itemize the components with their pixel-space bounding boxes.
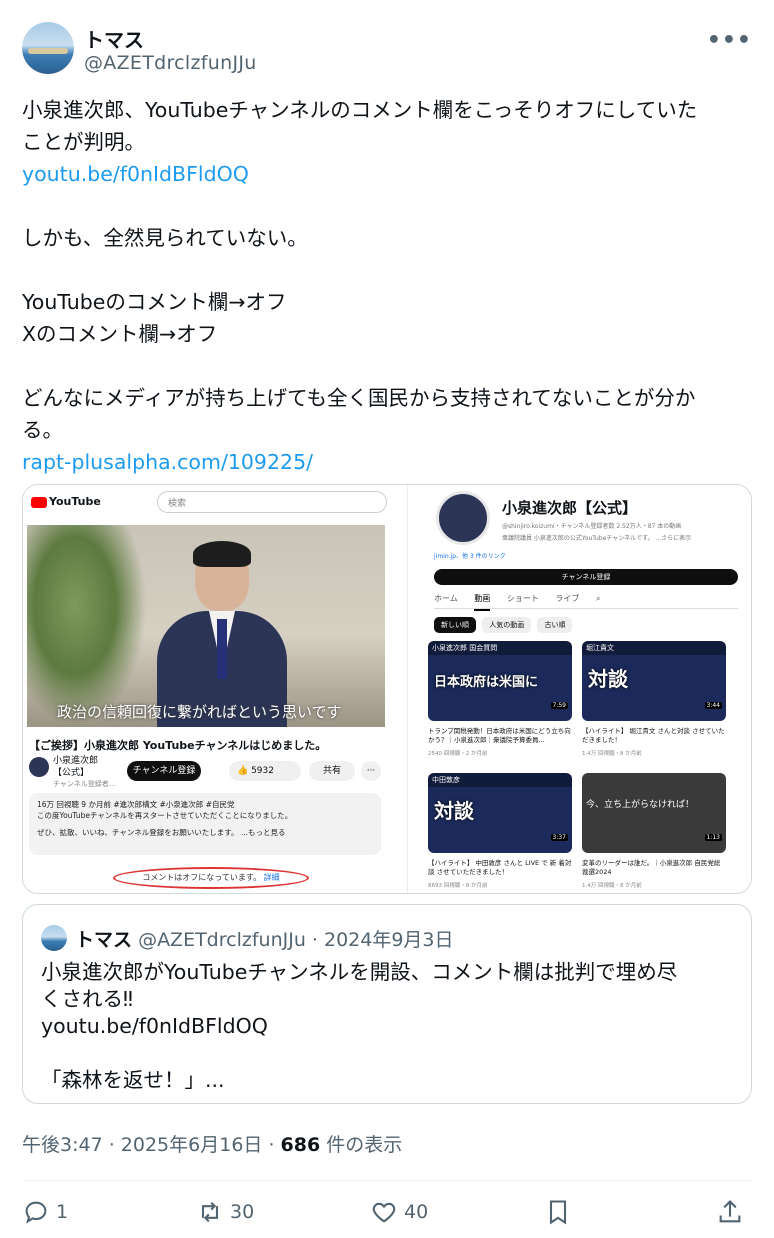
bookmark-icon <box>549 1200 567 1225</box>
video-card-meta: 1.4万 回視聴・8 か月前 <box>582 883 642 889</box>
channel-name: 小泉進次郎【公式】 <box>502 499 638 517</box>
subscribe-button: チャンネル登録 <box>127 761 201 781</box>
video-card-title: 【ハイライト】 堀江貴文 さんと対談 させていただきました！ <box>582 727 725 744</box>
repost-icon <box>201 1201 219 1223</box>
channel-tab: ホーム <box>434 594 458 603</box>
quoted-tweet-text: 小泉進次郎がYouTubeチャンネルを開設、コメント欄は批判で埋め尽 くされる‼… <box>41 960 678 1092</box>
like-count: 👍 5932 <box>229 761 301 781</box>
channel-handle: @shinjiro.koizumi・チャンネル登録者数 2.52万人・87 本の… <box>502 523 682 530</box>
author-display-name[interactable]: トマス <box>84 24 144 53</box>
youtube-video-page: YouTube 検索 政治の信頼回復に繋がればという思いです 【ご挨拶】小泉進次… <box>23 485 407 893</box>
channel-tab: ショート <box>506 594 539 603</box>
comments-off-notice: コメントはオフになっています。 詳細 <box>113 867 309 889</box>
channel-subscribers: チャンネル登録者... <box>53 780 116 788</box>
tweet-actions: 1 30 40 <box>22 1194 752 1230</box>
tweet-timestamp-views: 午後3:47 · 2025年6月16日 · 686 件の表示 <box>22 1134 403 1156</box>
channel-tab: 動画 <box>474 589 491 611</box>
reply-icon <box>25 1201 47 1224</box>
video-thumbnail: 中田敦彦 対談 3:37 <box>428 773 572 853</box>
repost-count: 30 <box>230 1201 255 1223</box>
channel-avatar <box>436 491 490 545</box>
share-icon <box>719 1200 741 1223</box>
video-subtitle: 政治の信頼回復に繋がればという思いです <box>57 703 342 721</box>
youtube-logo: YouTube <box>31 495 101 508</box>
tweet-timestamp[interactable]: 午後3:47 · 2025年6月16日 · <box>22 1134 281 1156</box>
quoted-tweet-header: トマス @AZETdrclzfunJJu · 2024年9月3日 <box>75 925 454 952</box>
reply-button[interactable]: 1 <box>22 1194 68 1230</box>
tweet-line: ことが判明。 <box>22 130 145 154</box>
video-description: 16万 回視聴 9 か月前 #進次郎構文 #小泉進次郎 #自民党 この度YouT… <box>29 793 381 855</box>
video-thumbnail: 堀江貴文 対談 3:44 <box>582 641 726 721</box>
channel-avatar <box>29 757 49 777</box>
chip: 古い順 <box>537 617 573 633</box>
channel-name: 小泉進次郎【公式】 <box>53 756 99 778</box>
video-card-title: トランプ関税発動！日本政府は米国にどう立ち向かう？｜小泉進次郎｜衆議院予算委員.… <box>428 727 571 744</box>
channel-tabs: ホーム 動画 ショート ライブ ⌕ <box>434 589 738 611</box>
search-icon: ⌕ <box>595 594 601 603</box>
channel-tab: ライブ <box>555 594 580 603</box>
video-thumbnail: 今、立ち上がらなければ！ 1:13 <box>582 773 726 853</box>
bookmark-button[interactable] <box>544 1194 572 1230</box>
quoted-author-name: トマス <box>75 929 133 951</box>
channel-subscribe-button: チャンネル登録 <box>434 569 738 585</box>
video-thumbnail: 小泉進次郎 国会質問 日本政府は米国に 7:59 <box>428 641 572 721</box>
tweet-line: Xのコメント欄→オフ <box>22 322 218 346</box>
tweet-text: 小泉進次郎、YouTubeチャンネルのコメント欄をこっそりオフにしていた ことが… <box>22 94 752 478</box>
speaker-figure <box>157 541 287 727</box>
heart-icon <box>372 1202 396 1223</box>
video-card-meta: 2540 回視聴・2 か月前 <box>428 751 488 757</box>
divider <box>22 1180 752 1181</box>
like-count: 40 <box>404 1201 429 1223</box>
tweet-line: る。 <box>22 418 63 442</box>
tweet-link-article[interactable]: rapt-plusalpha.com/109225/ <box>22 446 752 478</box>
sort-chips: 新しい順 人気の動画 古い順 <box>434 617 576 633</box>
tweet-line: どんなにメディアが持ち上げても全く国民から支持されてないことが分か <box>22 386 696 410</box>
video-card-meta: 1.4万 回視聴・8 か月前 <box>582 751 642 757</box>
like-button[interactable]: 40 <box>370 1194 428 1230</box>
reply-count: 1 <box>56 1201 69 1223</box>
author-handle[interactable]: @AZETdrclzfunJJu <box>84 52 257 74</box>
tweet-line: YouTubeのコメント欄→オフ <box>22 290 287 314</box>
video-card-meta: 8693 回視聴・8 か月前 <box>428 883 488 889</box>
quoted-author-avatar <box>41 925 67 951</box>
youtube-search-box: 検索 <box>157 491 387 513</box>
tweet-header: トマス @AZETdrclzfunJJu ••• <box>22 22 752 78</box>
tweet-link-youtube[interactable]: youtu.be/f0nIdBFldOQ <box>22 158 752 190</box>
quoted-tweet[interactable]: トマス @AZETdrclzfunJJu · 2024年9月3日 小泉進次郎がY… <box>22 904 752 1104</box>
tweet-media-image[interactable]: YouTube 検索 政治の信頼回復に繋がればという思いです 【ご挨拶】小泉進次… <box>22 484 752 894</box>
share-button: 共有 <box>309 761 355 781</box>
more-options-icon[interactable]: ••• <box>707 28 752 53</box>
quoted-handle-date: @AZETdrclzfunJJu · 2024年9月3日 <box>138 929 454 951</box>
repost-button[interactable]: 30 <box>196 1194 254 1230</box>
video-card-title: 変革のリーダーは誰だ。｜小泉進次郎 自民党総裁選2024 <box>582 859 721 876</box>
tweet-line: しかも、全然見られていない。 <box>22 226 308 250</box>
video-title: 【ご挨拶】小泉進次郎 YouTubeチャンネルはじめました。 <box>29 739 327 752</box>
tweet-line: 小泉進次郎、YouTubeチャンネルのコメント欄をこっそりオフにしていた <box>22 98 698 122</box>
view-count: 686 <box>280 1134 321 1156</box>
video-card-title: 【ハイライト】 中田敦彦 さんと LIVE で 新 着対談 させていただきました… <box>428 859 572 876</box>
channel-links: jimin.jp、他 3 件のリンク <box>434 553 506 560</box>
channel-description: 衆議院議員 小泉進次郎の公式YouTubeチャンネルです。 ...さらに表示 <box>502 535 692 542</box>
video-player: 政治の信頼回復に繋がればという思いです <box>27 525 385 727</box>
more-icon: ··· <box>361 761 381 781</box>
chip: 人気の動画 <box>482 617 532 633</box>
youtube-channel-page: 小泉進次郎【公式】 @shinjiro.koizumi・チャンネル登録者数 2.… <box>407 485 751 893</box>
share-button[interactable] <box>716 1194 744 1230</box>
chip: 新しい順 <box>434 617 476 633</box>
author-avatar[interactable] <box>22 22 74 74</box>
